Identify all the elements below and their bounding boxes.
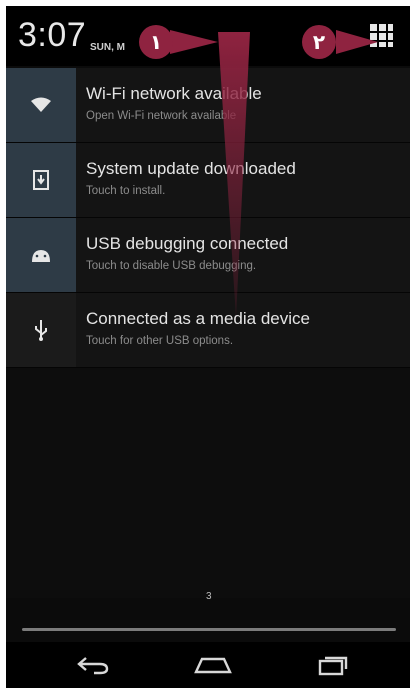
notification-subtitle: Open Wi-Fi network available: [86, 110, 237, 122]
annotation-badge-1: ١: [139, 25, 173, 59]
notification-system-update[interactable]: System update downloaded Touch to instal…: [6, 143, 410, 218]
quick-settings-icon[interactable]: [370, 24, 394, 48]
notification-title: USB debugging connected: [86, 234, 289, 253]
notification-subtitle: Touch to install.: [86, 185, 166, 197]
shade-drag-handle[interactable]: [22, 628, 396, 631]
date-label: SUN, M: [90, 42, 125, 53]
notification-subtitle: Touch for other USB options.: [86, 335, 234, 347]
back-icon[interactable]: [70, 650, 116, 680]
android-icon: [6, 218, 76, 292]
wifi-icon: [6, 68, 76, 142]
phone-screen: 3:07 SUN, M Wi-Fi network available Open…: [6, 6, 410, 688]
annotation-badge-2: ٢: [302, 25, 336, 59]
home-icon[interactable]: [190, 650, 236, 680]
notification-header: 3:07 SUN, M: [6, 6, 410, 66]
notification-subtitle: Touch to disable USB debugging.: [86, 260, 257, 272]
home-page-indicator: 3: [206, 591, 212, 602]
download-icon: [6, 143, 76, 217]
notification-title: Connected as a media device: [86, 309, 310, 328]
clock: 3:07: [18, 16, 87, 54]
recents-icon[interactable]: [310, 650, 356, 680]
notification-usb-debugging[interactable]: USB debugging connected Touch to disable…: [6, 218, 410, 293]
notification-title: Wi-Fi network available: [86, 84, 262, 103]
navigation-bar: [6, 642, 410, 688]
notification-title: System update downloaded: [86, 159, 296, 178]
notification-shade-empty-area: [6, 368, 410, 598]
usb-icon: [6, 293, 76, 367]
notification-wifi[interactable]: Wi-Fi network available Open Wi-Fi netwo…: [6, 68, 410, 143]
notification-media-device[interactable]: Connected as a media device Touch for ot…: [6, 293, 410, 368]
